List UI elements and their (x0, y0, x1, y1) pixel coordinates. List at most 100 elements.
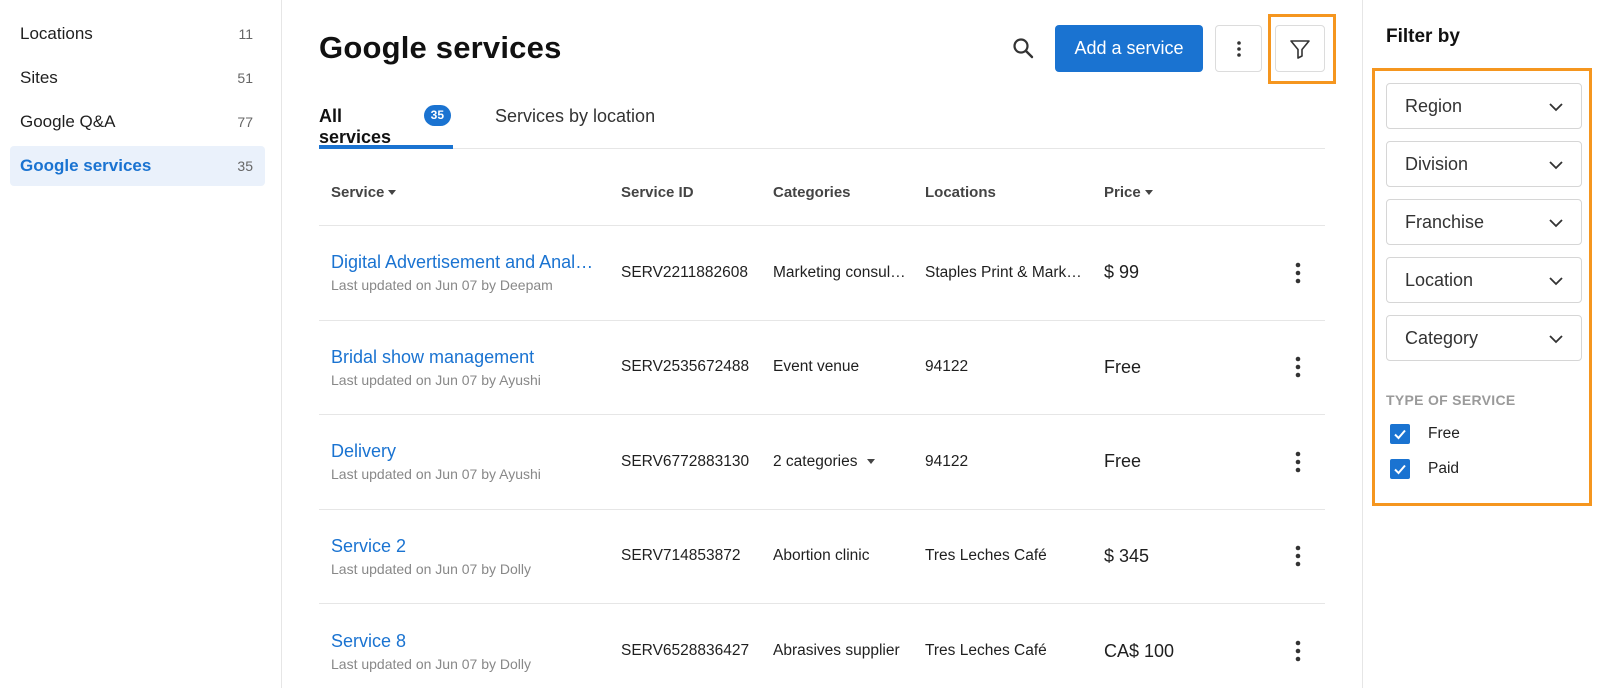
service-cell: Digital Advertisement and Analytics Last… (331, 226, 601, 320)
more-vert-icon (1236, 40, 1241, 57)
tab-label: Services by location (495, 106, 656, 126)
tab-all-services[interactable]: All services 35 (319, 105, 453, 149)
row-menu-button[interactable] (1283, 415, 1313, 509)
sidebar-item-google-qa[interactable]: Google Q&A 77 (10, 102, 265, 142)
location-text: Tres Leches Café (925, 642, 1047, 660)
column-header-categories: Categories (773, 184, 851, 201)
table-row: Service 8 Last updated on Jun 07 by Doll… (319, 604, 1325, 688)
location-cell: Tres Leches Café (925, 510, 1085, 604)
sidebar-item-label: Google Q&A (20, 112, 116, 131)
location-cell: Tres Leches Café (925, 604, 1085, 688)
location-cell: 94122 (925, 415, 1085, 509)
table-row: Bridal show management Last updated on J… (319, 321, 1325, 415)
tab-services-by-location[interactable]: Services by location (495, 106, 655, 149)
price-cell: CA$ 100 (1104, 640, 1175, 661)
franchise-dropdown[interactable]: Franchise (1386, 199, 1582, 245)
location-text: 94122 (925, 358, 969, 376)
sidebar-item-google-services[interactable]: Google services 35 (10, 146, 265, 186)
sidebar-item-count: 11 (238, 26, 253, 42)
column-header-label: Service ID (621, 184, 694, 201)
last-updated-text: Last updated on Jun 07 by Deepam (331, 277, 553, 294)
chevron-down-icon (1549, 161, 1563, 170)
price-cell: Free (1104, 356, 1142, 377)
chevron-down-icon (867, 459, 876, 465)
service-name-link[interactable]: Delivery (331, 441, 396, 462)
dropdown-label: Region (1405, 95, 1463, 116)
category-text: Marketing consultant (773, 263, 907, 281)
chevron-down-icon (1549, 335, 1563, 344)
division-dropdown[interactable]: Division (1386, 141, 1582, 187)
service-id-cell: SERV6772883130 (621, 452, 750, 470)
service-name-link[interactable]: Service 2 (331, 536, 406, 557)
sort-caret-icon (1144, 190, 1153, 195)
sidebar-item-count: 77 (237, 114, 253, 130)
more-vert-icon (1295, 640, 1301, 662)
service-name-link[interactable]: Service 8 (331, 631, 406, 652)
more-vert-icon (1295, 356, 1301, 378)
sidebar-item-locations[interactable]: Locations 11 (10, 14, 265, 54)
dropdown-label: Location (1405, 269, 1474, 290)
page-title: Google services (319, 30, 562, 65)
paid-checkbox[interactable]: Paid (1390, 459, 1459, 479)
category-text: 2 categories (773, 452, 858, 470)
service-cell: Service 8 Last updated on Jun 07 by Doll… (331, 604, 601, 688)
category-text: Abrasives supplier (773, 642, 900, 660)
price-cell: Free (1104, 451, 1142, 472)
more-vert-icon (1295, 262, 1301, 284)
tab-count-badge: 35 (423, 105, 451, 126)
sidebar-item-count: 35 (237, 158, 253, 174)
service-name-link[interactable]: Digital Advertisement and Analytics (331, 252, 599, 273)
service-cell: Bridal show management Last updated on J… (331, 321, 601, 415)
row-menu-button[interactable] (1283, 226, 1313, 320)
chevron-down-icon (1549, 277, 1563, 286)
service-id-cell: SERV6528836427 (621, 642, 750, 660)
services-table: Service Service ID Categories Locations … (319, 170, 1325, 688)
row-menu-button[interactable] (1283, 321, 1313, 415)
type-of-service-label: TYPE OF SERVICE (1386, 392, 1516, 408)
checkbox-label: Free (1428, 425, 1460, 442)
more-vert-icon (1295, 451, 1301, 473)
free-checkbox[interactable]: Free (1390, 424, 1460, 444)
location-text: Tres Leches Café (925, 547, 1047, 565)
checkbox-label: Paid (1428, 460, 1460, 477)
column-header-label: Service (331, 184, 385, 201)
dropdown-label: Category (1405, 327, 1479, 348)
search-button[interactable] (1007, 32, 1039, 64)
column-header-price[interactable]: Price (1104, 184, 1153, 201)
add-service-button[interactable]: Add a service (1055, 25, 1203, 72)
service-name-link[interactable]: Bridal show management (331, 347, 534, 368)
search-icon (1013, 38, 1034, 59)
table-row: Delivery Last updated on Jun 07 by Ayush… (319, 415, 1325, 510)
service-id-cell: SERV2211882608 (621, 263, 748, 281)
category-text: Abortion clinic (773, 547, 870, 565)
region-dropdown[interactable]: Region (1386, 83, 1582, 129)
sidebar-item-label: Locations (20, 24, 93, 43)
main-content: Google services Add a service All servic… (283, 0, 1361, 688)
row-menu-button[interactable] (1283, 604, 1313, 688)
sidebar-item-label: Sites (20, 68, 58, 87)
tab-label: All services (319, 106, 392, 147)
category-cell: Abrasives supplier (773, 604, 907, 688)
category-text: Event venue (773, 358, 860, 376)
column-header-locations: Locations (925, 184, 996, 201)
checkbox-checked-icon (1390, 424, 1410, 444)
more-vert-icon (1295, 545, 1301, 567)
row-menu-button[interactable] (1283, 510, 1313, 604)
dropdown-label: Division (1405, 153, 1469, 174)
column-header-label: Price (1104, 184, 1141, 201)
chevron-down-icon (1549, 103, 1563, 112)
filter-button[interactable] (1275, 25, 1325, 72)
location-dropdown[interactable]: Location (1386, 257, 1582, 303)
more-options-button[interactable] (1215, 25, 1262, 72)
column-header-service[interactable]: Service (331, 184, 397, 201)
category-cell: Marketing consultant (773, 226, 907, 320)
table-row: Service 2 Last updated on Jun 07 by Doll… (319, 510, 1325, 604)
category-dropdown[interactable]: 2 categories (773, 415, 907, 509)
location-text: Staples Print & Marketing (925, 263, 1085, 281)
sidebar-item-count: 51 (237, 70, 253, 86)
location-cell: Staples Print & Marketing (925, 226, 1085, 320)
sidebar-item-sites[interactable]: Sites 51 (10, 58, 265, 98)
category-dropdown[interactable]: Category (1386, 315, 1582, 361)
dropdown-label: Franchise (1405, 211, 1485, 232)
sidebar: Locations 11 Sites 51 Google Q&A 77 Goog… (0, 0, 282, 688)
